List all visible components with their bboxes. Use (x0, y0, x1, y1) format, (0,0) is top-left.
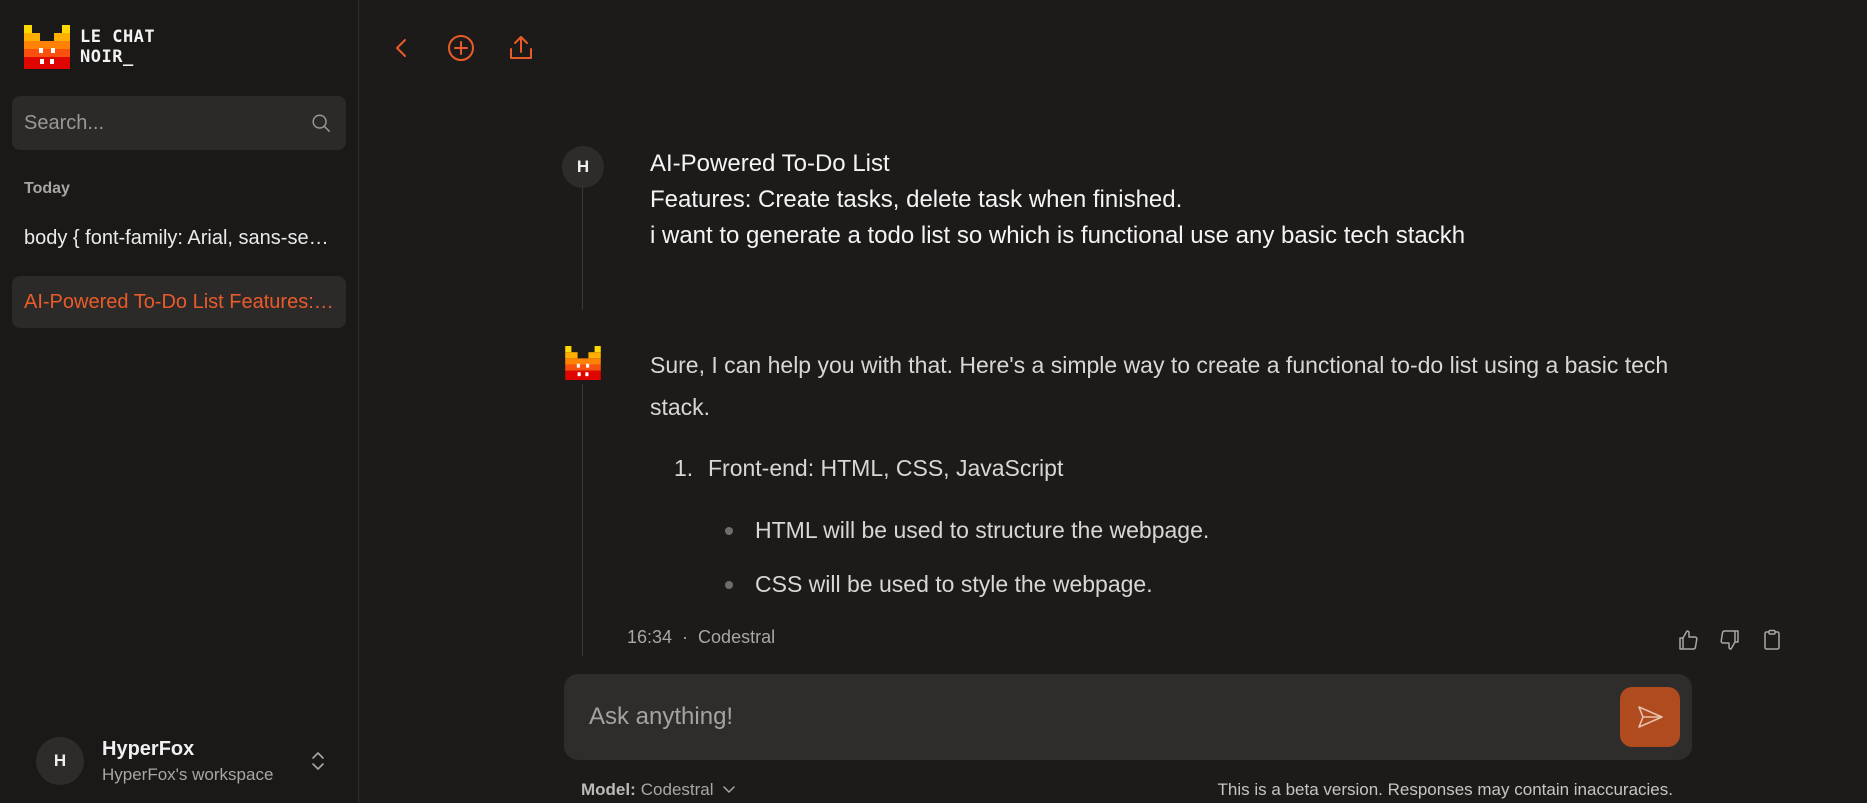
copy-button[interactable] (1757, 626, 1787, 654)
user-workspace: HyperFox's workspace (102, 764, 274, 784)
message-time: 16:34 (627, 627, 673, 647)
app: LE CHAT NOIR_ Today body { font-family: … (0, 0, 1867, 803)
toolbar (383, 30, 563, 66)
meta-separator: · (682, 627, 689, 647)
chevron-up-down-icon[interactable] (310, 749, 326, 773)
assistant-bullet-list: HTML will be used to structure the webpa… (650, 514, 1692, 600)
brand-line-1: LE CHAT (80, 27, 156, 47)
chat-thread[interactable]: H AI-Powered To-Do List Features: Create… (562, 146, 1692, 652)
thread-line (582, 186, 583, 310)
thread-line (582, 384, 583, 652)
new-chat-button[interactable] (443, 30, 479, 66)
list-item: 1. Front-end: HTML, CSS, JavaScript (650, 452, 1692, 484)
assistant-intro: Sure, I can help you with that. Here's a… (650, 352, 1669, 420)
message-actions (1661, 626, 1787, 654)
assistant-message: Sure, I can help you with that. Here's a… (562, 344, 1692, 652)
sidebar-item-label: AI-Powered To-Do List Features: Create t… (24, 290, 334, 313)
user-message: H AI-Powered To-Do List Features: Create… (562, 146, 1692, 310)
thumbs-up-button[interactable] (1673, 626, 1703, 654)
brand[interactable]: LE CHAT NOIR_ (0, 0, 358, 72)
sidebar: LE CHAT NOIR_ Today body { font-family: … (0, 0, 359, 803)
user-message-line: i want to generate a todo list so which … (650, 222, 1466, 249)
share-button[interactable] (503, 30, 539, 66)
message-input[interactable] (589, 703, 1620, 731)
sidebar-item-body-font[interactable]: body { font-family: Arial, sans-serif; } (12, 212, 346, 264)
composer (564, 674, 1692, 760)
assistant-logo-icon (565, 346, 601, 380)
main-panel: H AI-Powered To-Do List Features: Create… (359, 0, 1867, 803)
back-button[interactable] (383, 30, 419, 66)
sidebar-item-todo-list[interactable]: AI-Powered To-Do List Features: Create t… (12, 276, 346, 328)
user-message-avatar: H (562, 146, 604, 188)
plus-circle-icon (448, 35, 474, 61)
clipboard-icon (1764, 629, 1780, 650)
model-value: Codestral (640, 780, 714, 799)
message-model: Codestral (698, 627, 776, 647)
chevron-down-icon (722, 786, 735, 793)
search-box[interactable] (12, 96, 346, 150)
bullet-item: CSS will be used to style the webpage. (721, 568, 1692, 600)
send-icon (1638, 706, 1663, 728)
thread-line (582, 616, 583, 656)
brand-line-2: NOIR_ (80, 47, 134, 67)
user-message-line: Features: Create tasks, delete task when… (650, 186, 1183, 213)
share-icon (510, 36, 532, 59)
bullet-item: HTML will be used to structure the webpa… (721, 514, 1692, 546)
sidebar-item-label: body { font-family: Arial, sans-serif; } (24, 226, 334, 249)
thumbs-up-icon (1679, 630, 1698, 650)
list-item-text: Front-end: HTML, CSS, JavaScript (708, 455, 1064, 481)
model-selector[interactable]: Model: Codestral (581, 780, 736, 800)
assistant-ordered-list: 1. Front-end: HTML, CSS, JavaScript (650, 452, 1692, 484)
search-icon[interactable] (310, 112, 332, 134)
user-info: HyperFox HyperFox's workspace (102, 738, 300, 785)
thumbs-down-icon (1720, 630, 1739, 650)
send-button[interactable] (1620, 687, 1680, 747)
thumbs-down-button[interactable] (1715, 626, 1745, 654)
section-label-today: Today (24, 180, 70, 197)
brand-name: LE CHAT NOIR_ (80, 27, 155, 67)
user-name: HyperFox (102, 737, 195, 760)
search-input[interactable] (24, 111, 310, 135)
list-item-number: 1. (674, 455, 694, 481)
user-menu[interactable]: H HyperFox HyperFox's workspace (36, 737, 326, 785)
beta-disclaimer: This is a beta version. Responses may co… (1217, 780, 1673, 799)
chevron-left-icon (396, 39, 406, 57)
mistral-logo-icon (24, 25, 70, 69)
user-message-line: AI-Powered To-Do List (650, 150, 890, 177)
avatar: H (36, 737, 84, 785)
model-label: Model: (581, 780, 636, 799)
